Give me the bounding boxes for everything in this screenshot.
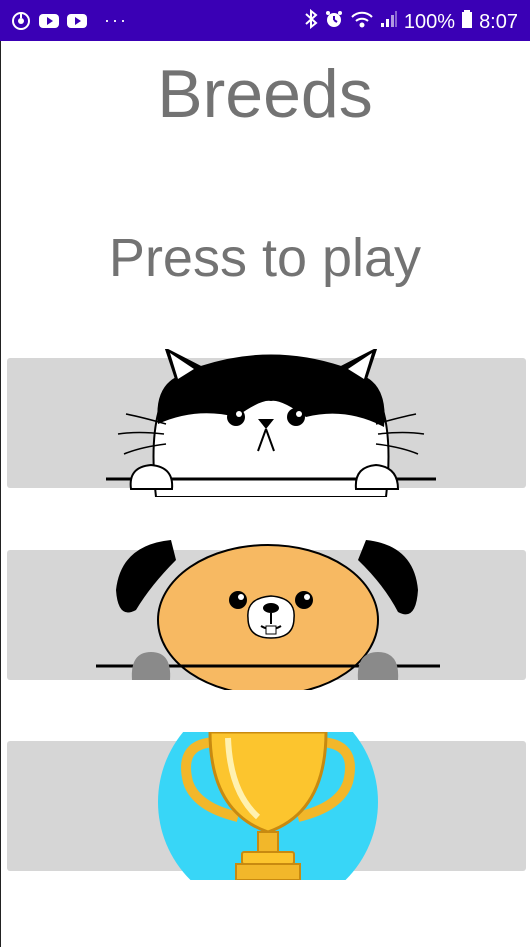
youtube-icon xyxy=(66,11,88,31)
battery-icon xyxy=(461,9,473,35)
status-bar-left: ··· xyxy=(10,10,128,31)
bluetooth-icon xyxy=(304,8,318,35)
alarm-icon xyxy=(324,9,344,35)
cat-face-icon[interactable] xyxy=(106,349,436,497)
power-circle-icon xyxy=(10,11,32,31)
clock: 8:07 xyxy=(479,10,518,33)
signal-icon xyxy=(380,9,398,35)
page-title: Breeds xyxy=(157,56,373,132)
status-bar: ··· 100% 8:07 xyxy=(0,0,530,41)
trophy-icon[interactable] xyxy=(158,732,378,880)
dog-face-icon[interactable] xyxy=(96,540,440,690)
left-edge-divider xyxy=(0,41,1,947)
youtube-icon xyxy=(38,11,60,31)
more-dots-icon: ··· xyxy=(104,10,128,30)
status-bar-right: 100% 8:07 xyxy=(304,8,518,35)
battery-text: 100% xyxy=(403,10,456,33)
press-to-play-label: Press to play xyxy=(108,228,422,288)
wifi-icon xyxy=(350,9,374,35)
